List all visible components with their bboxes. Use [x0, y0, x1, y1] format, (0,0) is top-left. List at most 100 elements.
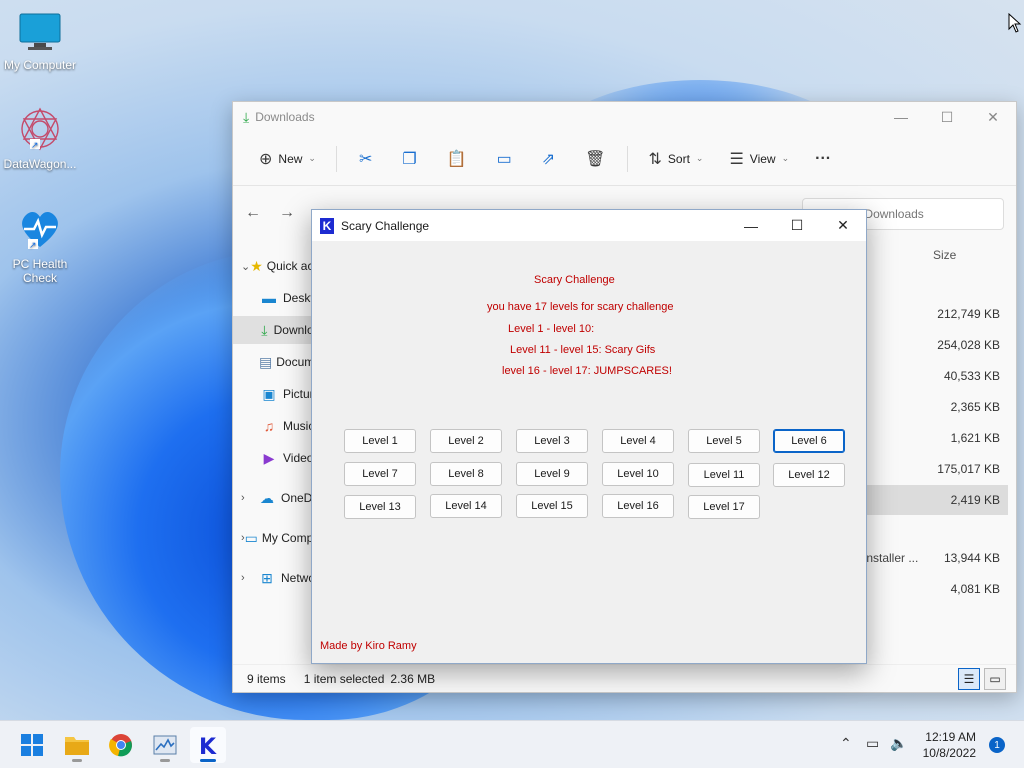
level-17-button[interactable]: Level 17 — [688, 495, 760, 519]
view-label: View — [749, 151, 776, 166]
paste-icon: 📋 — [446, 150, 467, 168]
datawagon-icon: ↗ — [21, 107, 59, 151]
info-line-1-10: Level 1 - level 10: — [508, 323, 595, 335]
monitor-icon — [19, 13, 61, 50]
desktop-icon-my-computer[interactable]: My Computer — [0, 10, 80, 72]
forward-arrow-icon[interactable]: → — [279, 204, 295, 222]
level-1-button[interactable]: Level 1 — [344, 429, 416, 453]
copy-icon: ❐ — [402, 150, 417, 168]
level-12-button[interactable]: Level 12 — [773, 463, 845, 487]
scary-challenge-window[interactable]: K Scary Challenge — ☐ ✕ Scary Challenge … — [311, 209, 867, 664]
rename-icon: ▭ — [496, 150, 512, 168]
paste-button[interactable]: 📋 — [435, 143, 479, 175]
level-2-button[interactable]: Level 2 — [430, 429, 502, 453]
scary-challenge-taskbar-icon[interactable]: K — [190, 727, 226, 763]
video-icon: ▶ — [263, 449, 275, 466]
desktop-icon-datawagon[interactable]: ↗ DataWagon... — [0, 105, 80, 171]
taskbar: K ⌃ ▭ 🔈 12:19 AM 10/8/2022 1 — [0, 720, 1024, 768]
network-icon: ⊞ — [261, 569, 273, 586]
minimize-button[interactable]: — — [878, 102, 924, 132]
svg-text:K: K — [199, 735, 217, 756]
maximize-button[interactable]: ☐ — [924, 102, 970, 132]
share-icon: ⇗ — [541, 150, 556, 168]
minimize-button[interactable]: — — [728, 210, 774, 241]
level-15-button[interactable]: Level 15 — [516, 494, 588, 518]
clock-date: 10/8/2022 — [922, 746, 976, 760]
details-view-icon[interactable]: ☰ — [958, 668, 980, 690]
level-4-button[interactable]: Level 4 — [602, 429, 674, 453]
level-3-button[interactable]: Level 3 — [516, 429, 588, 453]
star-icon: ★ — [250, 257, 263, 274]
new-button[interactable]: ⊕ New ⌄ — [249, 143, 326, 175]
clock-time: 12:19 AM — [925, 730, 976, 744]
system-clock[interactable]: 12:19 AM 10/8/2022 — [923, 729, 976, 761]
file-explorer-icon[interactable] — [59, 727, 95, 763]
share-button[interactable]: ⇗ — [530, 143, 567, 175]
music-icon: ♫ — [263, 418, 275, 434]
copy-button[interactable]: ❐ — [390, 143, 428, 175]
delete-button[interactable]: 🗑 — [573, 143, 617, 175]
chevron-up-icon[interactable]: ⌃ — [840, 735, 852, 752]
tiles-view-icon[interactable]: ▭ — [984, 668, 1006, 690]
sort-icon: ⇅ — [648, 150, 662, 168]
more-icon: ··· — [815, 149, 832, 167]
chrome-icon[interactable] — [103, 727, 139, 763]
close-button[interactable]: ✕ — [970, 102, 1016, 132]
monitor-icon: ▭ — [244, 529, 258, 546]
pictures-icon: ▣ — [262, 385, 276, 402]
close-button[interactable]: ✕ — [820, 210, 866, 241]
svg-text:↗: ↗ — [31, 141, 39, 151]
level-16-button[interactable]: Level 16 — [602, 494, 674, 518]
level-11-button[interactable]: Level 11 — [688, 463, 760, 487]
level-7-button[interactable]: Level 7 — [344, 462, 416, 486]
cloud-icon: ☁ — [260, 489, 274, 506]
level-9-button[interactable]: Level 9 — [516, 462, 588, 486]
volume-icon[interactable]: 🔈 — [890, 735, 907, 752]
list-icon: ☰ — [729, 150, 744, 168]
download-icon: ⤓ — [261, 321, 268, 338]
info-line-levels: you have 17 levels for scary challenge — [487, 301, 674, 313]
scissors-icon: ✂ — [358, 150, 373, 168]
level-13-button[interactable]: Level 13 — [344, 495, 416, 519]
view-button[interactable]: ☰ View ⌄ — [719, 143, 799, 175]
desktop-icon-label: DataWagon... — [3, 157, 77, 171]
new-label: New — [278, 151, 303, 166]
info-line-11-15: Level 11 - level 15: Scary Gifs — [510, 344, 656, 356]
more-button[interactable]: ··· — [805, 144, 841, 174]
maximize-button[interactable]: ☐ — [774, 210, 820, 241]
plus-circle-icon: ⊕ — [259, 150, 273, 168]
rename-button[interactable]: ▭ — [485, 143, 524, 175]
status-selected-size: 2.36 MB — [390, 671, 436, 686]
level-14-button[interactable]: Level 14 — [430, 494, 502, 518]
dialog-title: Scary Challenge — [341, 218, 430, 233]
credits-label: Made by Kiro Ramy — [320, 640, 417, 652]
document-icon: ▤ — [259, 353, 273, 370]
heart-pulse-icon: ↗ — [22, 211, 58, 251]
download-icon: ⤓ — [243, 108, 250, 125]
chevron-down-icon: ⌄ — [781, 153, 790, 163]
chevron-down-icon: ⌄ — [308, 153, 316, 163]
level-6-button[interactable]: Level 6 — [773, 429, 845, 453]
explorer-toolbar: ⊕ New ⌄ ✂ ❐ 📋 ▭ ⇗ 🗑 ⇅ Sort ⌄ ☰ View ⌄ ··· — [233, 132, 1016, 186]
desktop-icon: ▬ — [262, 290, 276, 306]
notification-badge[interactable]: 1 — [989, 737, 1005, 753]
level-5-button[interactable]: Level 5 — [688, 429, 760, 453]
chevron-down-icon: ⌄ — [695, 153, 704, 163]
explorer-title: Downloads — [255, 110, 315, 124]
dialog-heading: Scary Challenge — [534, 274, 615, 286]
level-8-button[interactable]: Level 8 — [430, 462, 502, 486]
back-arrow-icon[interactable]: ← — [245, 204, 261, 222]
desktop-icon-label: PC Health Check — [12, 257, 68, 285]
info-line-16-17: level 16 - level 17: JUMPSCARES! — [502, 365, 672, 377]
task-manager-icon[interactable] — [147, 727, 183, 763]
network-tray-icon[interactable]: ▭ — [866, 735, 879, 752]
sort-button[interactable]: ⇅ Sort ⌄ — [638, 143, 713, 175]
svg-text:↗: ↗ — [29, 241, 37, 251]
desktop-icon-pc-health[interactable]: ↗ PC Health Check — [0, 205, 80, 285]
windows-start-icon[interactable] — [14, 727, 50, 763]
status-bar: 9 items 1 item selected 2.36 MB ☰ ▭ — [233, 664, 1016, 692]
column-header-size[interactable]: Size — [933, 248, 956, 262]
cut-button[interactable]: ✂ — [347, 143, 384, 175]
level-10-button[interactable]: Level 10 — [602, 462, 674, 486]
mouse-cursor-icon — [1008, 13, 1022, 33]
